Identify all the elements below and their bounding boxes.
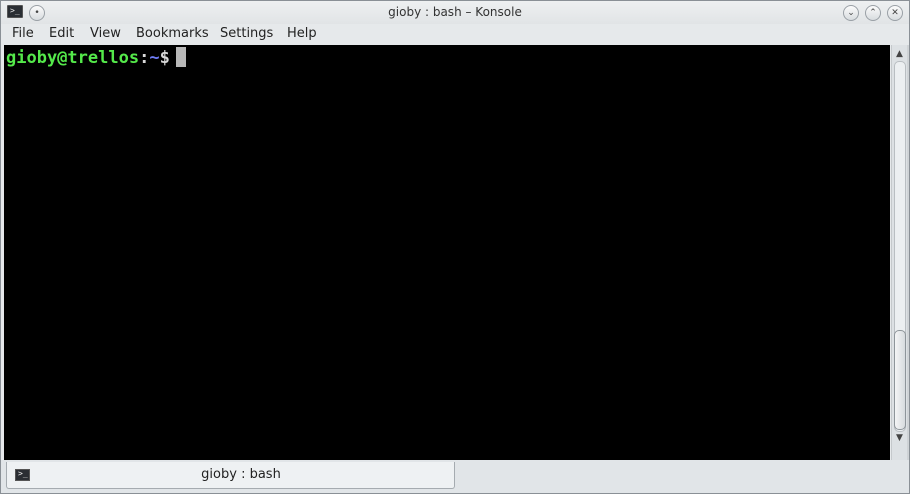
menu-bar: File Edit View Bookmarks Settings Help <box>1 24 909 45</box>
window-edge <box>907 45 909 460</box>
prompt-symbol: $ <box>159 48 170 68</box>
shell-prompt: gioby@trellos:~$ <box>6 47 186 69</box>
chevron-down-icon: ⌄ <box>847 8 855 18</box>
menu-bookmarks[interactable]: Bookmarks <box>136 26 209 41</box>
close-icon: ✕ <box>891 8 899 18</box>
window-title: gioby : bash – Konsole <box>388 5 522 19</box>
tab-gioby-bash[interactable]: >_ gioby : bash <box>6 462 455 489</box>
prompt-user-host: gioby@trellos <box>6 48 140 68</box>
menu-help[interactable]: Help <box>287 26 317 41</box>
konsole-window: >_ • gioby : bash – Konsole ⌄ ⌃ ✕ File E… <box>0 0 910 494</box>
minimize-button[interactable]: ⌄ <box>843 5 859 21</box>
scroll-down-icon[interactable]: ▼ <box>892 431 907 445</box>
menu-file[interactable]: File <box>12 26 34 41</box>
prompt-path: ~ <box>149 48 160 68</box>
tab-label: gioby : bash <box>201 467 281 482</box>
menu-edit[interactable]: Edit <box>49 26 74 41</box>
tab-bar: >_ gioby : bash <box>1 460 909 493</box>
title-bar[interactable]: >_ • gioby : bash – Konsole ⌄ ⌃ ✕ <box>1 1 909 24</box>
scroll-up-icon[interactable]: ▲ <box>892 47 907 61</box>
chevron-up-icon: ⌃ <box>869 8 877 18</box>
maximize-button[interactable]: ⌃ <box>865 5 881 21</box>
text-cursor <box>175 47 186 67</box>
menu-view[interactable]: View <box>90 26 121 41</box>
vertical-scrollbar[interactable]: ▲ ▼ <box>891 45 907 460</box>
close-button[interactable]: ✕ <box>887 5 903 21</box>
prompt-separator: : <box>139 48 150 68</box>
menu-settings[interactable]: Settings <box>220 26 273 41</box>
scroll-thumb[interactable] <box>894 330 906 430</box>
terminal-view[interactable]: gioby@trellos:~$ <box>4 45 890 460</box>
